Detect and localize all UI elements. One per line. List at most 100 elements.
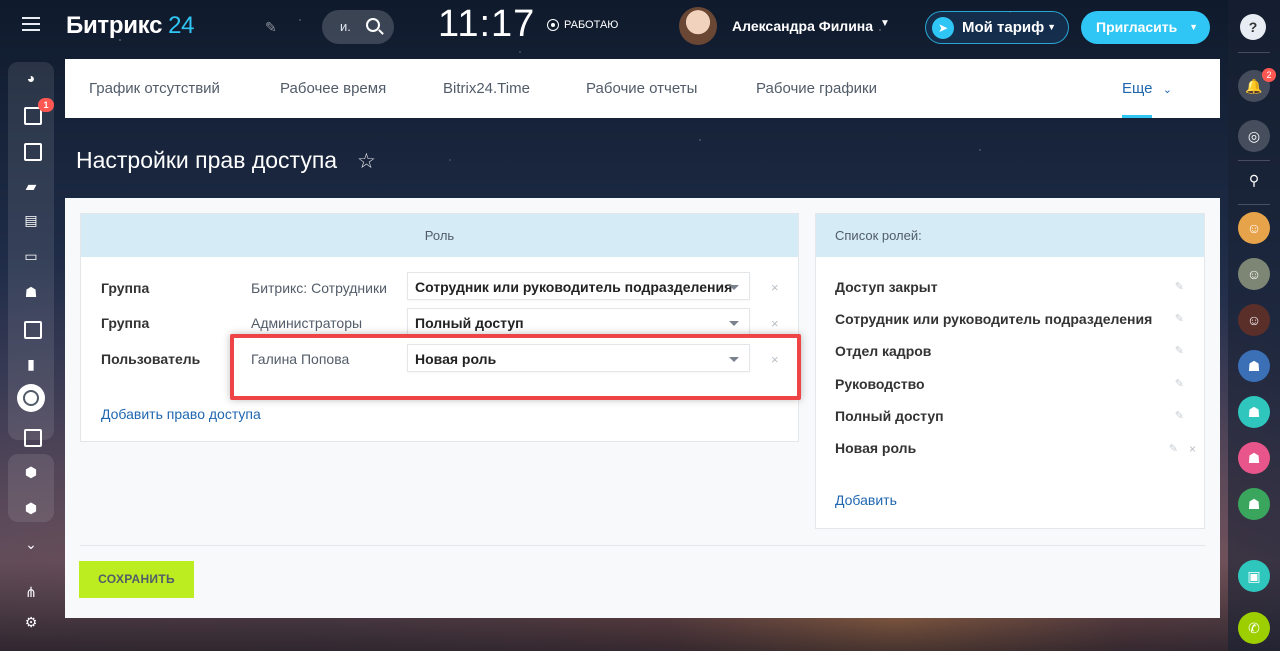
document-icon[interactable]: ▤ [21, 210, 41, 230]
nav-item-reports[interactable]: Рабочие отчеты [586, 80, 697, 97]
group-chat-icon[interactable]: ☗ [1238, 442, 1270, 474]
search-icon[interactable]: ⚲ [1238, 164, 1270, 196]
list-item[interactable]: Руководство [835, 376, 925, 392]
invite-label: Пригласить [1096, 19, 1178, 35]
chevron-down-icon [729, 321, 739, 326]
chevron-down-icon: ▼ [1047, 22, 1056, 32]
nav-item-time[interactable]: Bitrix24.Time [443, 80, 530, 97]
top-header: Битрикс 24 ✎ и. 11:17 РАБОТАЮ Александра … [0, 0, 1228, 55]
pie-chart-icon[interactable]: ◕ [21, 68, 41, 88]
row-type: Группа [101, 280, 150, 296]
list-item[interactable]: Сотрудник или руководитель подразделения [835, 311, 1152, 327]
pencil-icon[interactable]: ✎ [1175, 280, 1184, 293]
divider [80, 545, 1205, 546]
star-icon[interactable]: ☆ [357, 149, 376, 174]
group-chat-icon[interactable]: ☗ [1238, 350, 1270, 382]
role-select-value: Полный доступ [415, 315, 524, 331]
divider [1238, 204, 1270, 205]
left-sidebar: ◕ 1 ▰ ▤ ▭ ☗ ▮ ⬢ ⬢ ⌄ ⋔ ⚙ [8, 62, 54, 648]
nav-more[interactable]: Еще ⌄ [1122, 80, 1172, 97]
role-select-value: Сотрудник или руководитель подразделения [415, 279, 733, 295]
role-select[interactable]: Сотрудник или руководитель подразделения [407, 272, 750, 300]
nav-active-indicator [1122, 115, 1152, 118]
chat-icon[interactable]: ▰ [21, 176, 41, 196]
menu-icon[interactable] [22, 17, 40, 31]
gear-icon[interactable]: ⚙ [21, 612, 41, 632]
help-icon[interactable]: ? [1240, 14, 1266, 40]
divider [1238, 52, 1270, 53]
pencil-icon[interactable]: ✎ [265, 19, 277, 36]
access-rights-table: Роль Группа Битрикс: Сотрудники Сотрудни… [80, 213, 799, 442]
sitemap-icon[interactable]: ⋔ [21, 582, 41, 602]
divider [1238, 160, 1270, 161]
work-status-button[interactable]: РАБОТАЮ [547, 19, 618, 31]
chevron-down-icon: ⌄ [1162, 84, 1172, 96]
row-type: Пользователь [101, 351, 201, 367]
tariff-button[interactable]: ➤ Мой тариф ▼ [925, 11, 1069, 44]
list-item[interactable]: Доступ закрыт [835, 279, 938, 295]
rocket-icon: ➤ [932, 17, 954, 39]
contact-avatar-icon[interactable]: ☺ [1238, 258, 1270, 290]
chevron-down-icon [729, 285, 739, 290]
pencil-icon[interactable]: ✎ [1175, 344, 1184, 357]
roles-list: Список ролей: Доступ закрыт ✎ Сотрудник … [815, 213, 1205, 529]
clock[interactable]: 11:17 [438, 3, 535, 46]
page-title: Настройки прав доступа [76, 147, 338, 173]
list-item[interactable]: Новая роль [835, 440, 916, 456]
table-header: Роль [81, 214, 798, 257]
phone-icon[interactable]: ✆ [1238, 612, 1270, 644]
role-select[interactable]: Полный доступ [407, 308, 750, 336]
contact-avatar-icon[interactable]: ☺ [1238, 212, 1270, 244]
list-item[interactable]: Полный доступ [835, 408, 944, 424]
nav-item-worktime[interactable]: Рабочее время [280, 80, 386, 97]
remove-icon[interactable]: × [771, 280, 779, 295]
row-name: Битрикс: Сотрудники [251, 280, 387, 296]
avatar[interactable] [679, 7, 717, 45]
box-icon[interactable]: ⬢ [21, 462, 41, 482]
chevron-down-icon[interactable]: ▼ [880, 18, 890, 29]
pencil-icon[interactable]: ✎ [1175, 312, 1184, 325]
phone-list-icon[interactable]: ▣ [1238, 560, 1270, 592]
video-icon[interactable]: ▮ [21, 354, 41, 374]
right-sidebar: ? 🔔 2 ◎ ⚲ ☺ ☺ ☺ ☗ ☗ ☗ ☗ ▣ ✆ [1228, 0, 1280, 651]
nav-item-schedules[interactable]: Рабочие графики [756, 80, 877, 97]
chevron-down-icon[interactable]: ⌄ [21, 534, 41, 554]
search-icon [366, 18, 380, 32]
invite-button[interactable]: Пригласить ▼ [1081, 11, 1210, 44]
group-chat-icon[interactable]: ☗ [1238, 396, 1270, 428]
tariff-label: Мой тариф [962, 19, 1045, 36]
calendar-icon[interactable] [21, 140, 42, 161]
open-lines-icon[interactable]: ◎ [1238, 120, 1270, 152]
window-icon[interactable] [21, 318, 42, 339]
remove-icon[interactable]: × [771, 316, 779, 331]
contact-card-icon[interactable] [21, 426, 42, 447]
user-name[interactable]: Александра Филина [732, 18, 873, 34]
search-input[interactable]: и. [322, 10, 394, 44]
row-type: Группа [101, 315, 150, 331]
tasks-badge: 1 [38, 98, 54, 112]
logo-text: Битрикс [66, 12, 163, 39]
add-access-link[interactable]: Добавить право доступа [101, 406, 261, 422]
clock-icon[interactable] [17, 384, 45, 412]
pencil-icon[interactable]: ✎ [1175, 409, 1184, 422]
drive-icon[interactable]: ▭ [21, 246, 41, 266]
roles-list-header: Список ролей: [816, 214, 1204, 257]
remove-icon[interactable]: × [1189, 442, 1196, 456]
logo[interactable]: Битрикс 24 [66, 12, 195, 40]
add-role-link[interactable]: Добавить [835, 492, 897, 508]
list-item[interactable]: Отдел кадров [835, 343, 931, 359]
contact-avatar-icon[interactable]: ☺ [1238, 304, 1270, 336]
group-icon[interactable]: ☗ [21, 282, 41, 302]
pencil-icon[interactable]: ✎ [1169, 442, 1178, 455]
box-icon[interactable]: ⬢ [21, 498, 41, 518]
pencil-icon[interactable]: ✎ [1175, 377, 1184, 390]
chevron-down-icon: ▼ [1189, 22, 1198, 32]
group-chat-icon[interactable]: ☗ [1238, 488, 1270, 520]
search-placeholder: и. [340, 19, 351, 34]
nav-item-absence[interactable]: График отсутствий [89, 80, 220, 97]
notifications-badge: 2 [1262, 68, 1276, 82]
highlight-frame [230, 334, 801, 400]
save-button[interactable]: СОХРАНИТЬ [79, 561, 194, 598]
logo-number: 24 [168, 12, 195, 39]
row-name: Администраторы [251, 315, 363, 331]
